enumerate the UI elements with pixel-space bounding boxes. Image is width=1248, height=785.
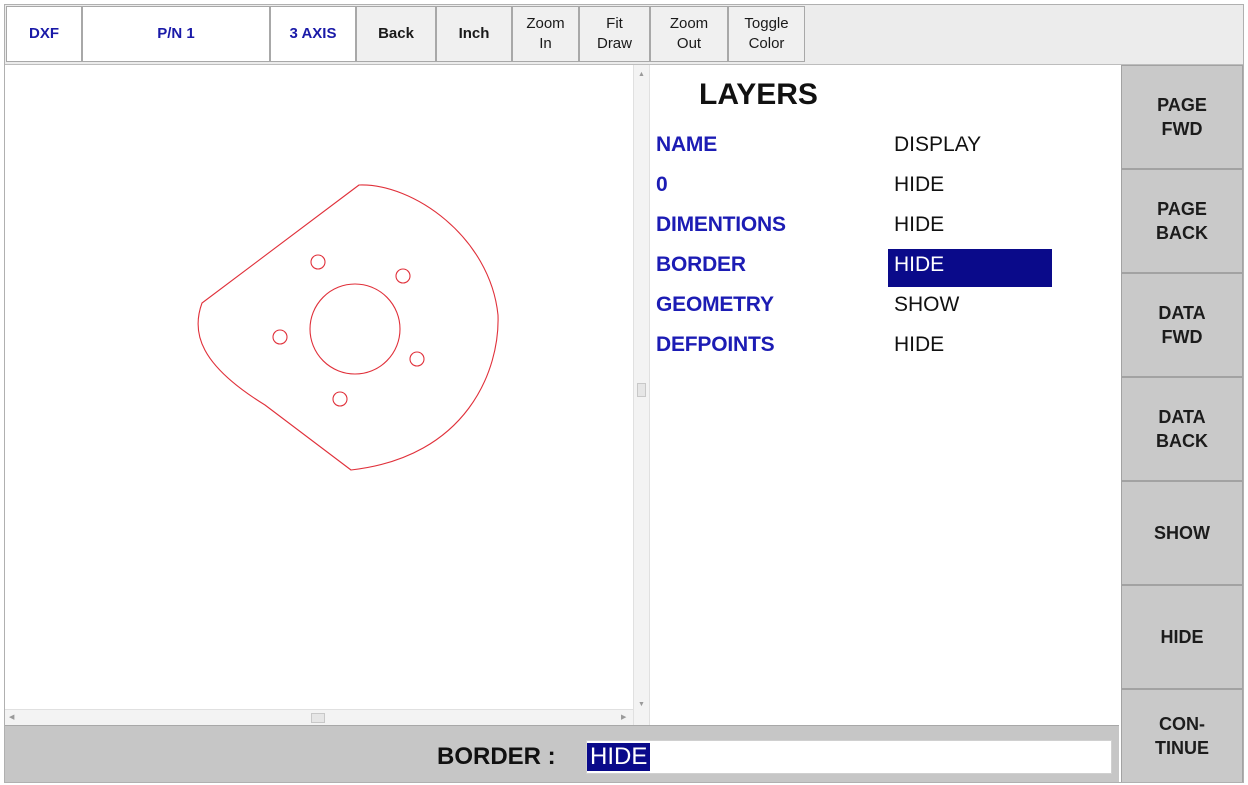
drawing-canvas[interactable]	[5, 65, 633, 711]
fit-draw-button[interactable]: Fit Draw	[579, 6, 650, 62]
status-bar: BORDER : HIDE	[5, 725, 1119, 782]
status-input-field[interactable]: HIDE	[586, 740, 1112, 774]
zoom-in-button[interactable]: Zoom In	[512, 6, 579, 62]
scroll-up-icon[interactable]: ▲	[638, 71, 645, 79]
layers-header: NAME DISPLAY	[650, 127, 1119, 167]
layer-row[interactable]: GEOMETRY SHOW	[650, 287, 1119, 327]
status-input-value[interactable]: HIDE	[587, 743, 651, 771]
display-column-header: DISPLAY	[894, 133, 982, 156]
back-button[interactable]: Back	[356, 6, 436, 62]
data-back-button[interactable]: DATA BACK	[1121, 377, 1243, 481]
top-toolbar: DXF P/N 1 3 AXIS Back Inch Zoom In Fit D…	[5, 5, 1243, 65]
layer-row[interactable]: DEFPOINTS HIDE	[650, 327, 1119, 367]
vertical-scrollbar[interactable]: ▲ ▼	[633, 65, 650, 725]
dxf-button[interactable]: DXF	[6, 6, 82, 62]
layer-display-value[interactable]: HIDE	[888, 169, 1052, 207]
layer-display-value[interactable]: HIDE	[888, 209, 1052, 247]
hide-button[interactable]: HIDE	[1121, 585, 1243, 689]
page-fwd-button[interactable]: PAGE FWD	[1121, 65, 1243, 169]
scroll-left-icon[interactable]: ◀	[9, 714, 14, 722]
layer-display-value[interactable]: SHOW	[888, 289, 1052, 327]
name-column-header: NAME	[656, 133, 718, 156]
page-back-button[interactable]: PAGE BACK	[1121, 169, 1243, 273]
show-button[interactable]: SHOW	[1121, 481, 1243, 585]
softkey-panel: PAGE FWD PAGE BACK DATA FWD DATA BACK SH…	[1119, 65, 1243, 782]
part-number-button[interactable]: P/N 1	[82, 6, 270, 62]
toggle-color-button[interactable]: Toggle Color	[728, 6, 805, 62]
bolt-hole	[272, 329, 288, 345]
layer-row[interactable]: DIMENTIONS HIDE	[650, 207, 1119, 247]
layer-name: GEOMETRY	[656, 293, 774, 316]
bolt-hole	[409, 351, 425, 367]
units-button[interactable]: Inch	[436, 6, 512, 62]
layer-name: BORDER	[656, 253, 746, 276]
app-window: DXF P/N 1 3 AXIS Back Inch Zoom In Fit D…	[4, 4, 1244, 783]
vertical-scroll-thumb[interactable]	[637, 383, 646, 397]
layer-display-value-selected[interactable]: HIDE	[888, 249, 1052, 287]
continue-button[interactable]: CON- TINUE	[1121, 689, 1243, 782]
bolt-hole	[395, 268, 411, 284]
layer-row-selected[interactable]: BORDER HIDE	[650, 247, 1119, 287]
bolt-hole	[310, 254, 326, 270]
scroll-down-icon[interactable]: ▼	[638, 701, 645, 709]
horizontal-scrollbar[interactable]: ◀ ▶	[5, 709, 633, 726]
layer-display-value[interactable]: HIDE	[888, 329, 1052, 367]
layer-name: DIMENTIONS	[656, 213, 786, 236]
layer-name: DEFPOINTS	[656, 333, 775, 356]
status-label: BORDER :	[437, 743, 556, 770]
part-geometry	[197, 184, 499, 471]
layers-title: LAYERS	[699, 78, 818, 111]
center-bore	[309, 283, 401, 375]
part-outline	[197, 184, 499, 471]
layers-panel: LAYERS NAME DISPLAY 0 HIDE DIMENTIONS HI…	[650, 65, 1119, 725]
data-fwd-button[interactable]: DATA FWD	[1121, 273, 1243, 377]
scroll-right-icon[interactable]: ▶	[621, 714, 626, 722]
bolt-hole	[332, 391, 348, 407]
zoom-out-button[interactable]: Zoom Out	[650, 6, 728, 62]
horizontal-scroll-thumb[interactable]	[311, 713, 325, 723]
axis-button[interactable]: 3 AXIS	[270, 6, 356, 62]
layer-row[interactable]: 0 HIDE	[650, 167, 1119, 207]
layer-name: 0	[656, 173, 668, 196]
